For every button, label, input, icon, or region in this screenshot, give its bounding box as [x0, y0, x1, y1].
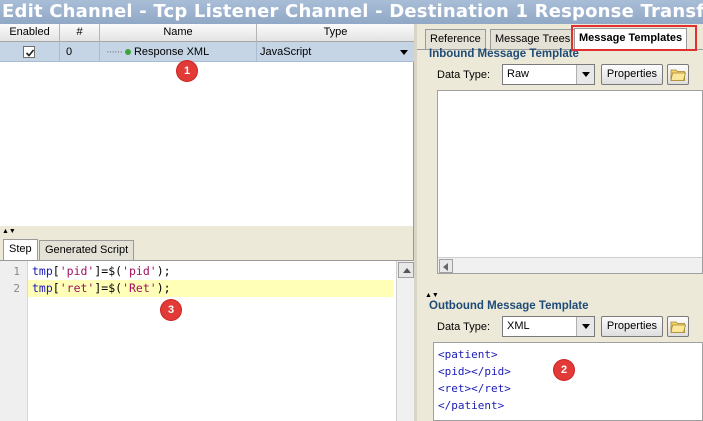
steps-table: Enabled # Name Type 0 ······ Response XML…	[0, 24, 414, 226]
outbound-title: Outbound Message Template	[429, 300, 589, 312]
green-dot-icon	[124, 48, 131, 55]
code-line-2[interactable]: tmp['ret']=$('Ret');	[28, 280, 394, 297]
line-number: 1	[13, 265, 20, 278]
folder-open-icon[interactable]	[667, 316, 689, 337]
xml-line: <ret></ret>	[438, 382, 511, 395]
tab-step[interactable]: Step	[3, 239, 38, 260]
scroll-up-icon[interactable]	[398, 262, 414, 278]
outbound-data-type-value: XML	[507, 320, 530, 332]
table-header: Enabled # Name Type	[0, 24, 414, 42]
annotation-badge-2: 2	[554, 360, 574, 380]
annotation-badge-3: 3	[161, 300, 181, 320]
code-var: tmp	[32, 281, 53, 295]
code-key: 'pid'	[59, 264, 95, 278]
highlight-box	[571, 25, 697, 51]
window-title: Edit Channel - Tcp Listener Channel - De…	[0, 0, 703, 24]
inbound-template-textarea[interactable]	[437, 90, 703, 274]
code-editor[interactable]: 1 2 tmp['pid']=$('pid'); tmp['ret']=$('R…	[0, 260, 414, 421]
line-gutter: 1 2	[0, 261, 28, 421]
type-cell[interactable]: JavaScript	[257, 42, 414, 62]
name-cell[interactable]: ······ Response XML	[100, 42, 257, 62]
outbound-data-type-select[interactable]: XML	[502, 316, 595, 337]
enabled-cell[interactable]	[0, 42, 60, 62]
code-line-1[interactable]: tmp['pid']=$('pid');	[28, 263, 394, 280]
outbound-properties-button[interactable]: Properties	[601, 316, 663, 337]
tab-message-trees[interactable]: Message Trees	[490, 29, 576, 49]
table-row[interactable]: 0 ······ Response XML JavaScript	[0, 42, 414, 62]
column-number[interactable]: #	[60, 24, 100, 42]
tab-reference[interactable]: Reference	[425, 29, 486, 49]
vertical-splitter[interactable]	[0, 226, 414, 236]
tab-generated-script[interactable]: Generated Script	[39, 240, 135, 260]
code-arg: 'Ret'	[122, 281, 157, 295]
splitter-arrows-icon[interactable]: ▲▼	[2, 228, 16, 235]
inbound-properties-button[interactable]: Properties	[601, 64, 663, 85]
code-arg: 'pid'	[122, 264, 157, 278]
xml-line: <patient>	[438, 348, 498, 361]
xml-line: <pid></pid>	[438, 365, 511, 378]
editor-scrollbar[interactable]	[396, 261, 414, 421]
folder-open-icon[interactable]	[667, 64, 689, 85]
column-enabled[interactable]: Enabled	[0, 24, 60, 42]
code-var: tmp	[32, 264, 53, 278]
inbound-data-type-select[interactable]: Raw	[502, 64, 595, 85]
dropdown-arrow-icon[interactable]	[576, 65, 594, 84]
step-editor-panel: Step Generated Script 1 2 tmp['pid']=$('…	[0, 236, 414, 421]
inbound-horizontal-scrollbar[interactable]	[438, 257, 702, 273]
code-key: 'ret'	[59, 281, 95, 295]
scroll-left-icon[interactable]	[439, 259, 453, 273]
step-name: Response XML	[133, 46, 210, 58]
line-number: 2	[13, 282, 20, 295]
step-type: JavaScript	[260, 46, 312, 58]
checkbox-checked-icon[interactable]	[23, 46, 35, 58]
right-panel: Reference Message Trees Message Template…	[417, 24, 703, 421]
number-cell: 0	[60, 42, 100, 62]
xml-line: </patient>	[438, 399, 505, 412]
outbound-data-type-label: Data Type:	[437, 321, 490, 333]
outbound-template-textarea[interactable]: <patient> <pid></pid> <ret></ret> </pati…	[433, 342, 703, 421]
inbound-title: Inbound Message Template	[429, 48, 579, 60]
annotation-badge-1: 1	[177, 61, 197, 81]
editor-tabs: Step Generated Script	[0, 236, 414, 260]
collapse-arrows-icon[interactable]: ▲▼	[425, 292, 439, 299]
dropdown-arrow-icon[interactable]	[576, 317, 594, 336]
column-type[interactable]: Type	[257, 24, 414, 42]
tree-dots-icon: ······	[106, 46, 123, 58]
column-name[interactable]: Name	[100, 24, 257, 42]
inbound-data-type-value: Raw	[507, 68, 530, 80]
inbound-data-type-label: Data Type:	[437, 69, 490, 81]
dropdown-arrow-icon[interactable]	[400, 50, 408, 55]
